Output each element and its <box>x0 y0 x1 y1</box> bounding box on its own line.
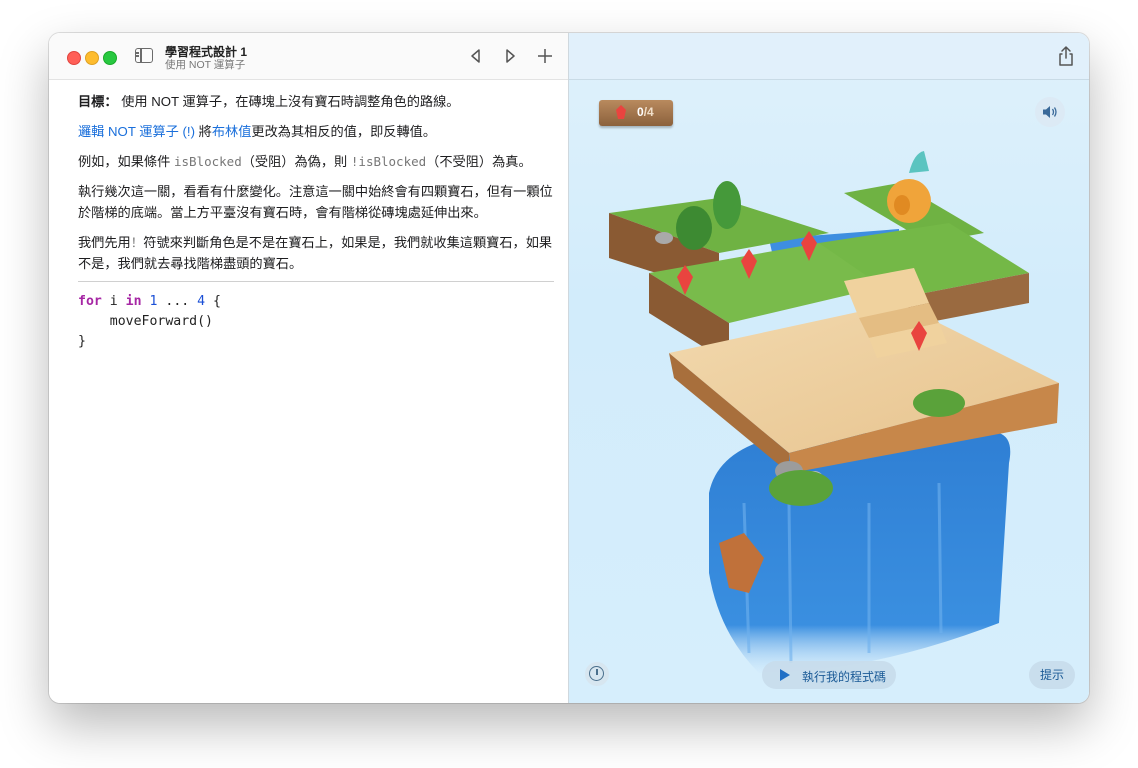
gem-count: 0 <box>637 105 644 119</box>
play-icon <box>780 669 790 681</box>
puzzle-world-scene <box>609 151 1059 673</box>
paragraph-text: （不受阻）為真。 <box>426 154 532 169</box>
hint-button[interactable]: 提示 <box>1029 661 1075 689</box>
paragraph-text: 更改為其相反的值，即反轉值。 <box>251 124 437 139</box>
goal-text: 使用 NOT 運算子，在磚塊上沒有寶石時調整角色的路線。 <box>117 94 460 109</box>
divider <box>78 281 554 282</box>
close-window-button[interactable] <box>67 51 81 65</box>
speedometer-icon[interactable] <box>585 662 609 686</box>
gem-icon <box>616 105 626 119</box>
run-hint-paragraph: 執行幾次這一關，看看有什麼變化。注意這一關中始終會有四顆寶石，但有一顆位於階梯的… <box>78 184 553 220</box>
goal-label: 目標： <box>78 94 118 109</box>
zoom-window-button[interactable] <box>103 51 117 65</box>
add-page-icon[interactable] <box>535 46 555 66</box>
code-line-1[interactable]: for i in ... 1 ... 4 { <box>78 292 221 312</box>
code-line-3[interactable]: } <box>78 332 221 352</box>
keyword-in: in <box>125 294 142 309</box>
instructions-pane: 學習程式設計 1 使用 NOT 運算子 目標： 使用 NOT 運算子，在磚塊上沒… <box>49 33 568 703</box>
run-my-code-button[interactable]: 執行我的程式碼 <box>762 661 896 689</box>
title-bar: 學習程式設計 1 使用 NOT 運算子 <box>49 33 568 80</box>
paragraph-text: 符號來判斷角色是不是在寶石上，如果是，我們就收集這顆寶石，如果不是，我們就去尋找… <box>78 235 553 271</box>
app-window: 學習程式設計 1 使用 NOT 運算子 目標： 使用 NOT 運算子，在磚塊上沒… <box>49 33 1089 703</box>
code-line-2[interactable]: moveForward() <box>78 312 221 332</box>
paragraph-text: 將 <box>194 124 212 139</box>
live-view-pane: 0/4 執行我的程式碼 提示 <box>568 33 1089 703</box>
example-paragraph: 例如，如果條件 isBlocked（受阻）為偽，則 !isBlocked（不受阻… <box>78 151 554 172</box>
speaker-icon[interactable] <box>1035 97 1065 127</box>
run-button-label: 執行我的程式碼 <box>802 670 887 684</box>
code-editor[interactable]: for i in ... 1 ... 4 { moveForward()} <box>78 292 221 352</box>
code-variable: i <box>101 294 126 309</box>
paragraph-text: 我們先用 <box>78 235 131 250</box>
inline-code-isblocked: isBlocked <box>173 154 242 169</box>
sidebar-toggle-icon[interactable] <box>135 48 153 63</box>
inline-code-not: ！ <box>130 235 144 250</box>
code-number-end: 4 <box>197 294 206 309</box>
not-operator-link[interactable]: 邏輯 NOT 運算子 (!) <box>78 124 195 139</box>
paragraph-text: 例如，如果條件 <box>78 154 174 169</box>
inline-code-not-isblocked: !isBlocked <box>350 154 427 169</box>
code-range-operator: ... <box>157 294 198 309</box>
code-brace-open: { <box>205 294 221 309</box>
gem-counter: 0/4 <box>599 100 673 126</box>
instructions-text: 目標： 使用 NOT 運算子，在磚塊上沒有寶石時調整角色的路線。 邏輯 NOT … <box>78 91 554 283</box>
paragraph-text: （受阻）為偽，則 <box>241 154 351 169</box>
keyword-for: for <box>78 294 102 309</box>
strategy-paragraph: 我們先用！符號來判斷角色是不是在寶石上，如果是，我們就收集這顆寶石，如果不是，我… <box>78 232 554 274</box>
not-operator-paragraph: 邏輯 NOT 運算子 (!) 將布林值更改為其相反的值，即反轉值。 <box>78 121 554 142</box>
previous-page-icon[interactable] <box>466 46 486 66</box>
goal-paragraph: 目標： 使用 NOT 運算子，在磚塊上沒有寶石時調整角色的路線。 <box>78 91 554 112</box>
boolean-link[interactable]: 布林值 <box>212 124 252 139</box>
window-subtitle: 使用 NOT 運算子 <box>165 59 246 71</box>
next-page-icon[interactable] <box>500 46 520 66</box>
gem-total: /4 <box>643 105 654 119</box>
minimize-window-button[interactable] <box>85 51 99 65</box>
